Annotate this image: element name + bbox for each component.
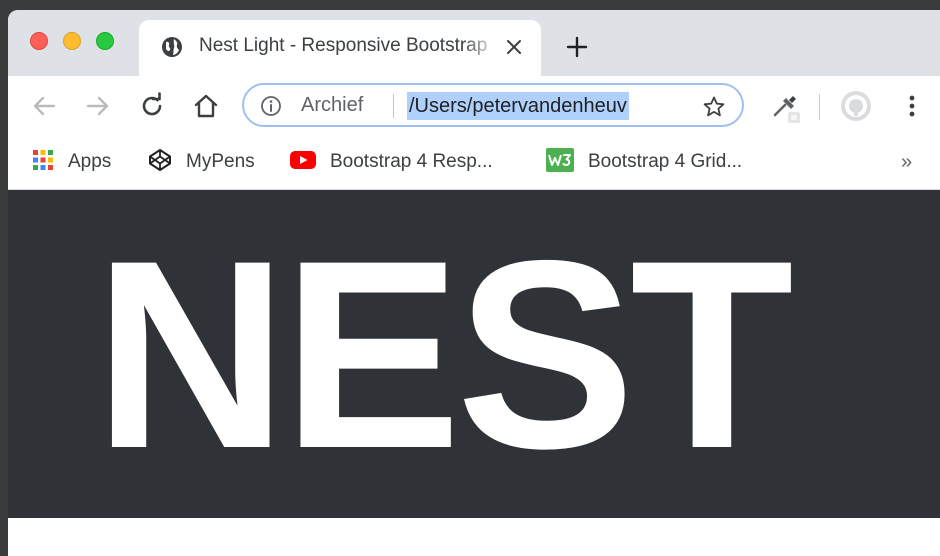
- profile-avatar-icon[interactable]: [840, 90, 872, 122]
- hero-title: NEST: [94, 204, 794, 504]
- youtube-icon: [290, 150, 316, 175]
- tab-close-icon[interactable]: [506, 39, 522, 55]
- home-icon[interactable]: [192, 92, 220, 120]
- toolbar-divider: [819, 94, 820, 120]
- bookmarks-bar: Apps MyPens Bootstrap 4 Resp... Bootstra…: [8, 136, 940, 190]
- tab-active[interactable]: Nest Light - Responsive Bootstrap: [139, 20, 541, 76]
- address-bar[interactable]: Archief /Users/petervandenheuv: [242, 83, 744, 127]
- bookmark-star-icon[interactable]: [702, 95, 726, 119]
- bookmark-bootstrap-grid[interactable]: Bootstrap 4 Grid...: [546, 147, 742, 177]
- bookmark-bootstrap-responsive[interactable]: Bootstrap 4 Resp...: [290, 147, 493, 177]
- bookmark-label: Bootstrap 4 Resp...: [330, 151, 493, 172]
- codepen-icon: [148, 148, 172, 177]
- tab-title: Nest Light - Responsive Bootstrap: [199, 35, 488, 56]
- globe-icon: [160, 35, 184, 59]
- bookmark-label: Apps: [68, 151, 112, 172]
- url-text[interactable]: /Users/petervandenheuv: [407, 92, 629, 120]
- bookmark-label: MyPens: [186, 151, 255, 172]
- browser-window: Nest Light - Responsive Bootstrap Archie…: [8, 10, 940, 556]
- window-minimize-button[interactable]: [63, 32, 81, 50]
- menu-dots-icon[interactable]: [902, 92, 922, 120]
- forward-arrow-icon[interactable]: [84, 92, 112, 120]
- window-maximize-button[interactable]: [96, 32, 114, 50]
- new-tab-plus-icon[interactable]: [565, 35, 589, 59]
- bookmark-label: Bootstrap 4 Grid...: [588, 151, 743, 172]
- tab-strip: Nest Light - Responsive Bootstrap: [8, 10, 940, 76]
- eyedropper-extension-icon[interactable]: [768, 90, 802, 124]
- bookmark-mypens[interactable]: MyPens: [148, 147, 255, 177]
- page-content: NEST: [8, 190, 940, 556]
- site-chip-label[interactable]: Archief: [301, 94, 363, 117]
- reload-icon[interactable]: [138, 92, 166, 120]
- apps-grid-icon: [32, 149, 54, 176]
- w3schools-icon: [546, 147, 574, 177]
- info-icon[interactable]: [260, 95, 282, 117]
- omnibox-separator: [393, 94, 394, 118]
- hero-banner: NEST: [8, 190, 940, 518]
- bookmark-apps[interactable]: Apps: [32, 147, 111, 177]
- back-arrow-icon[interactable]: [30, 92, 58, 120]
- bookmarks-overflow-chevron[interactable]: »: [901, 151, 912, 174]
- toolbar: Archief /Users/petervandenheuv: [8, 76, 940, 136]
- window-close-button[interactable]: [30, 32, 48, 50]
